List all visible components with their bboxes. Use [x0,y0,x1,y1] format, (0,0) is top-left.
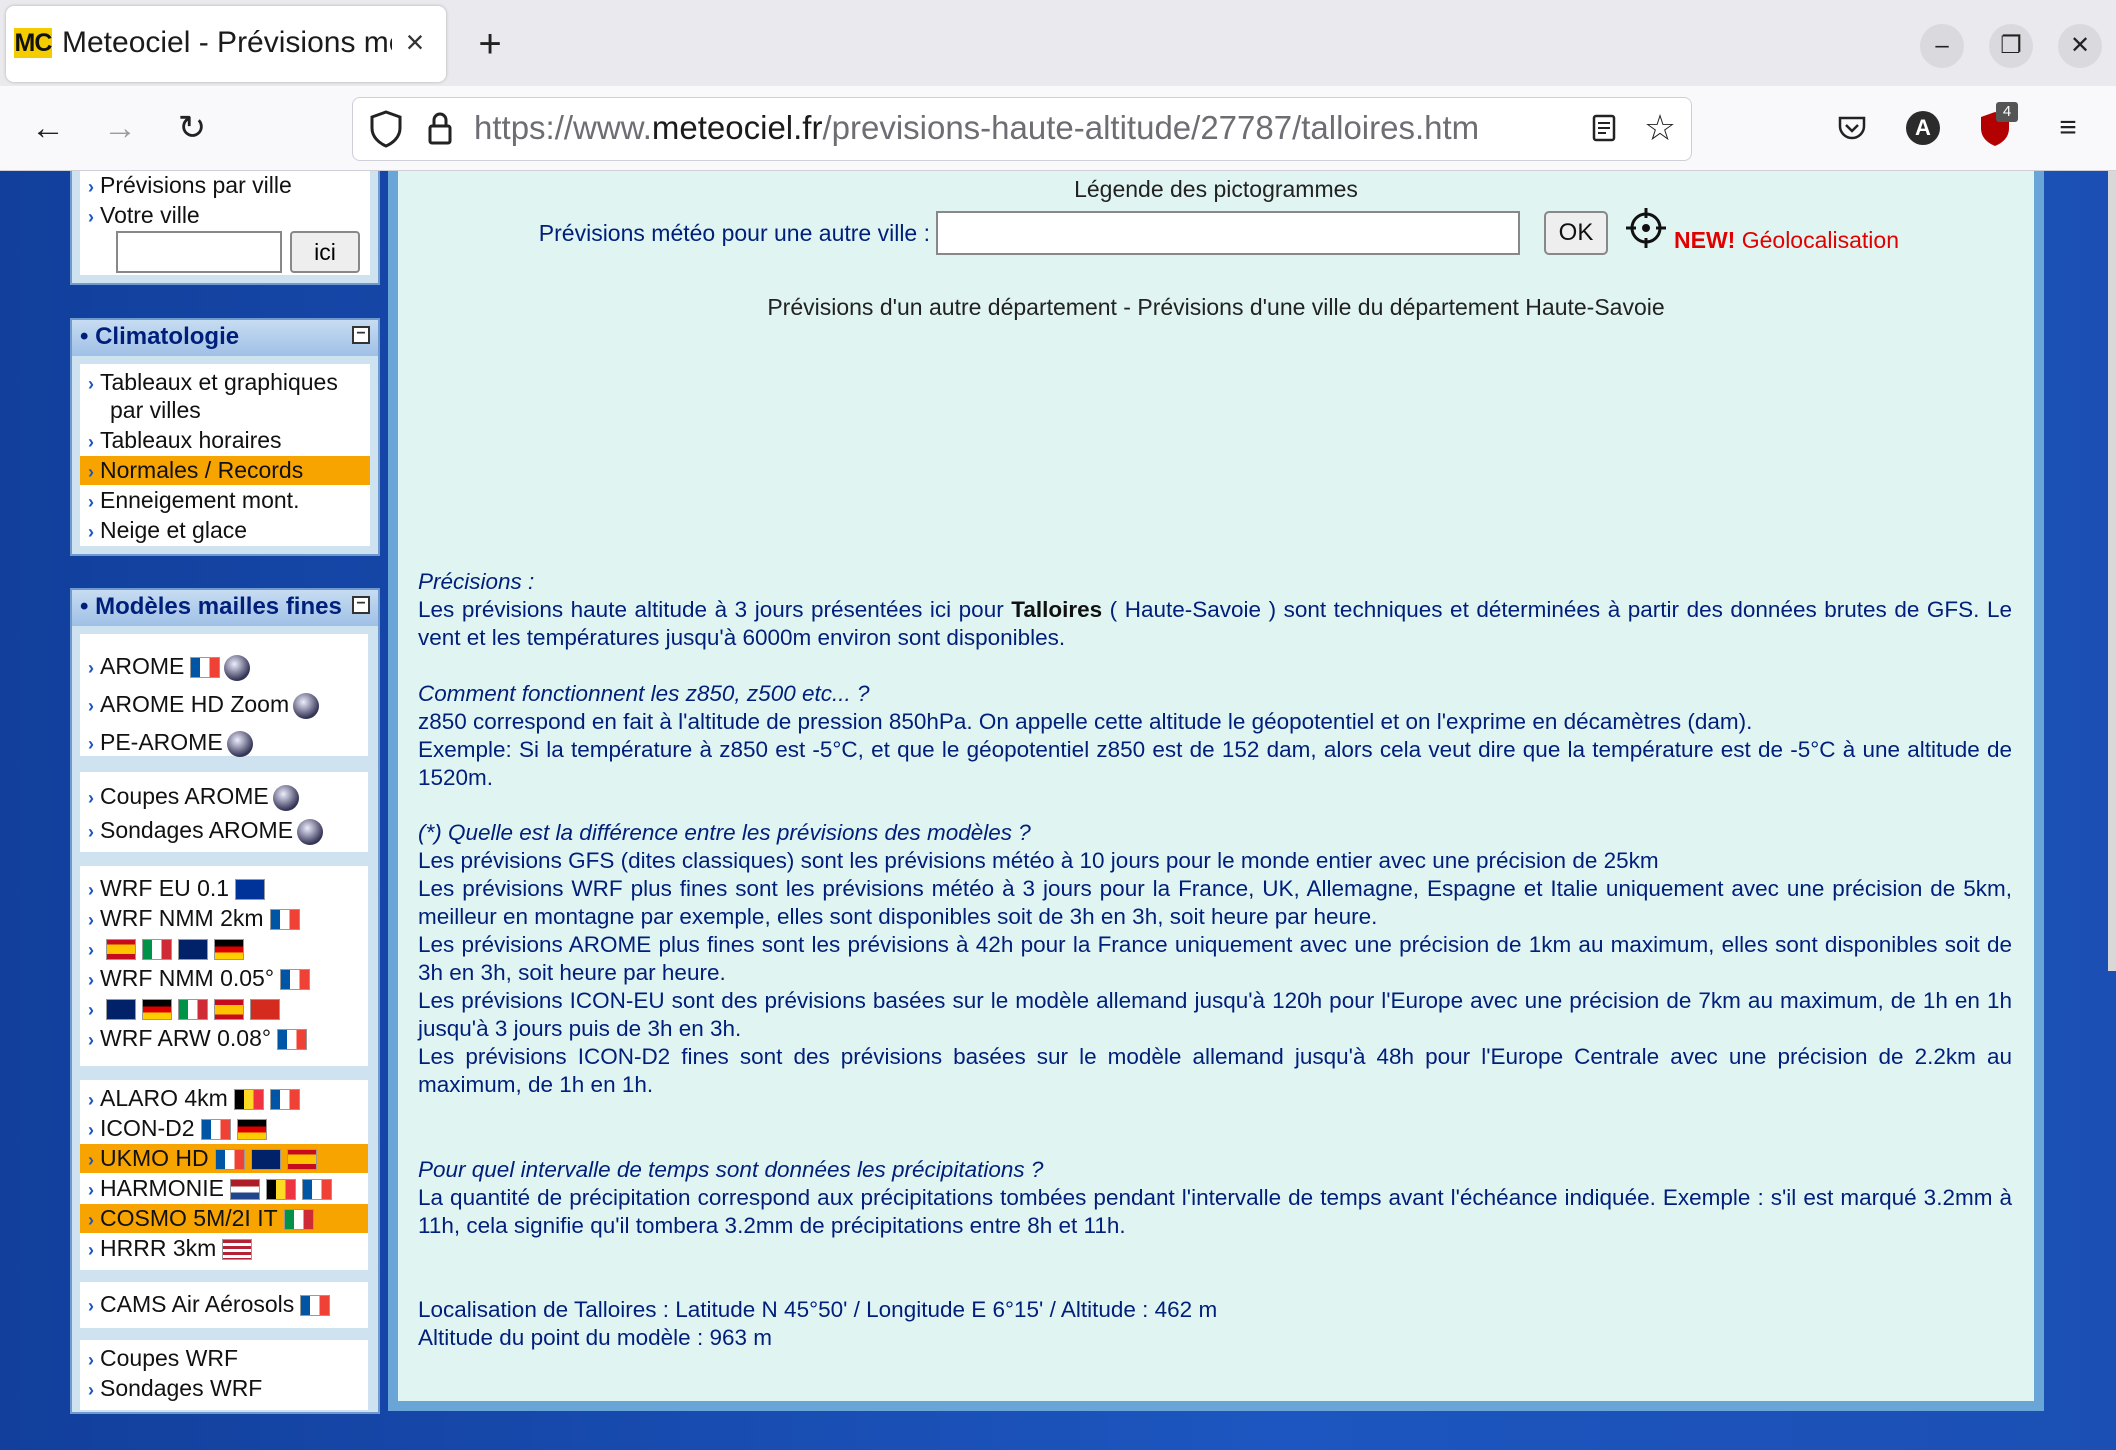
ici-button[interactable]: ici [290,231,360,273]
sidebar-item-wrf-nmm-005[interactable]: › WRF NMM 0.05° [88,964,311,993]
url-text[interactable]: https://www.meteociel.fr/previsions-haut… [474,107,1524,149]
sidebar-item-votre-ville[interactable]: › Votre ville [88,201,200,230]
meteociel-favicon-icon: MC [14,28,52,58]
pocket-icon[interactable] [1830,106,1874,150]
bookmark-star-icon[interactable]: ☆ [1638,106,1682,150]
modeles-group-arome: › AROME › AROME HD Zoom › PE-AROME [80,634,368,757]
page-scrollbar[interactable] [2108,171,2116,971]
localisation-text: Localisation de Talloires : Latitude N 4… [418,1297,1218,1322]
difference-gfs: Les prévisions GFS (dites classiques) so… [418,848,1659,873]
precisions-title: Précisions : [418,569,535,594]
collapse-icon[interactable]: − [352,596,370,614]
sidebar-item-icon-d2[interactable]: › ICON-D2 [88,1114,267,1143]
sidebar-item-sondages-arome[interactable]: › Sondages AROME [88,816,324,845]
back-arrow-icon[interactable]: ← [26,106,70,150]
forward-arrow-icon[interactable]: → [98,106,142,150]
sidebar-item-enneigement[interactable]: › Enneigement mont. [88,486,299,515]
modeles-group-autres: › ALARO 4km › ICON-D2 › UKMO HD › HARMONIE ›… [80,1080,368,1270]
modeles-box: › AROME › AROME HD Zoom › PE-AROME › Coupes … [70,626,380,1414]
sidebar-item-alaro[interactable]: › ALARO 4km [88,1084,300,1113]
reader-view-icon[interactable] [1582,106,1626,150]
modeles-group-wrf: › WRF EU 0.1 › WRF NMM 2km › › WRF NMM 0.05… [80,866,368,1066]
sidebar-item-tableaux-graphiques-line2[interactable]: par villes [110,396,201,425]
sidebar-item-harmonie[interactable]: › HARMONIE [88,1174,332,1203]
sidebar-item-cams[interactable]: › CAMS Air Aérosols [88,1290,331,1319]
sidebar-item-tableaux-graphiques[interactable]: › Tableaux et graphiques [88,368,338,397]
votre-ville-input[interactable] [116,231,282,273]
city-name: Talloires [1011,597,1103,622]
precisions-text-a: Les prévisions haute altitude à 3 jours … [418,597,1004,622]
new-label: NEW! [1674,227,1736,253]
difference-arome: Les prévisions AROME plus fines sont les… [418,932,2012,985]
sidebar-item-coupes-wrf[interactable]: › Coupes WRF [88,1344,238,1373]
difference-icon-d2: Les prévisions ICON-D2 fines sont des pr… [418,1044,2012,1097]
browser-tab[interactable]: MC Meteociel - Prévisions mé × [6,6,446,82]
difference-title: (*) Quelle est la différence entre les p… [418,820,1031,845]
city-search-input[interactable] [936,211,1520,255]
menu-hamburger-icon[interactable]: ≡ [2046,106,2090,150]
climatologie-box: › Tableaux et graphiques par villes › Tabl… [70,356,380,556]
geolocalisation-link[interactable]: NEW! Géolocalisation [1674,225,1899,255]
sidebar-item-ukmo-hd[interactable]: › UKMO HD [80,1144,368,1173]
ok-button[interactable]: OK [1544,211,1608,255]
sidebar-item-neige-glace[interactable]: › Neige et glace [88,516,247,545]
sidebar-item-pe-arome[interactable]: › PE-AROME [88,728,253,757]
sidebar-item-hrrr[interactable]: › HRRR 3km [88,1234,253,1263]
sidebar-item-tableaux-horaires[interactable]: › Tableaux horaires [88,426,370,455]
restore-button[interactable]: ❐ [1989,24,2033,68]
sidebar-item-previsions-par-ville[interactable]: › Prévisions par ville [88,171,292,200]
search-label: Prévisions météo pour une autre ville : [538,220,930,246]
minimize-button[interactable]: – [1920,24,1964,68]
sidebar-item-wrf-nmm-2km[interactable]: › WRF NMM 2km [88,904,300,933]
altitude-modele-text: Altitude du point du modèle : 963 m [418,1325,772,1350]
geolocalisation-label: Géolocalisation [1741,227,1899,253]
z850-title: Comment fonctionnent les z850, z500 etc.… [418,681,870,706]
difference-icon-eu: Les prévisions ICON-EU sont des prévisio… [418,988,2012,1041]
precipitation-title: Pour quel intervalle de temps sont donné… [418,1157,1044,1182]
difference-section: (*) Quelle est la différence entre les p… [418,819,2012,1099]
crosshair-icon[interactable] [1624,206,1668,250]
shield-icon[interactable] [366,106,406,150]
precipitation-section: Pour quel intervalle de temps sont donné… [418,1156,2012,1240]
modeles-header[interactable]: • Modèles mailles fines − [70,588,380,628]
modeles-group-coupes-arome: › Coupes AROME › Sondages AROME [80,772,368,852]
sidebar-item-cosmo[interactable]: › COSMO 5M/2I IT [80,1204,368,1233]
sidebar-item-arome[interactable]: › AROME [88,652,251,681]
department-links[interactable]: Prévisions d'un autre département - Prév… [398,292,2034,322]
close-window-button[interactable]: ✕ [2058,24,2102,68]
lock-icon[interactable] [420,106,460,150]
sidebar-item-sondages-wrf[interactable]: › Sondages WRF [88,1374,262,1403]
account-avatar[interactable]: A [1906,111,1940,145]
tab-close-icon[interactable]: × [398,24,432,60]
modeles-group-cams: › CAMS Air Aérosols [80,1282,368,1328]
localisation-section: Localisation de Talloires : Latitude N 4… [418,1296,2012,1352]
collapse-icon[interactable]: − [352,326,370,344]
sidebar-item-wrf-nmm-2km-flags[interactable]: › [88,934,244,963]
sidebar-ville-box: › Prévisions par ville › Votre ville ici [70,171,380,285]
z850-text-2: Exemple: Si la température à z850 est -5… [418,737,2012,790]
difference-wrf: Les prévisions WRF plus fines sont les p… [418,876,2012,929]
z850-section: Comment fonctionnent les z850, z500 etc.… [418,680,2012,792]
legend-link[interactable]: Légende des pictogrammes [398,174,2034,204]
sidebar-item-normales-records[interactable]: › Normales / Records [80,456,370,485]
new-tab-button[interactable]: + [470,22,510,66]
precisions-section: Précisions : Les prévisions haute altitu… [418,568,2012,652]
tab-title: Meteociel - Prévisions mé [62,26,392,59]
modeles-group-coupes-wrf: › Coupes WRF › Sondages WRF [80,1340,368,1410]
sidebar-item-wrf-arw[interactable]: › WRF ARW 0.08° [88,1024,308,1053]
precipitation-text: La quantité de précipitation correspond … [418,1185,2012,1238]
sidebar-item-coupes-arome[interactable]: › Coupes AROME [88,782,299,811]
ublock-badge: 4 [1996,102,2018,122]
reload-icon[interactable]: ↻ [170,106,214,150]
sidebar-item-wrf-nmm-005-flags[interactable]: › [88,994,280,1023]
sidebar-item-arome-hd-zoom[interactable]: › AROME HD Zoom [88,690,320,719]
climatologie-header[interactable]: • Climatologie − [70,318,380,358]
z850-text-1: z850 correspond en fait à l'altitude de … [418,709,1753,734]
sidebar-item-wrf-eu[interactable]: › WRF EU 0.1 [88,874,266,903]
